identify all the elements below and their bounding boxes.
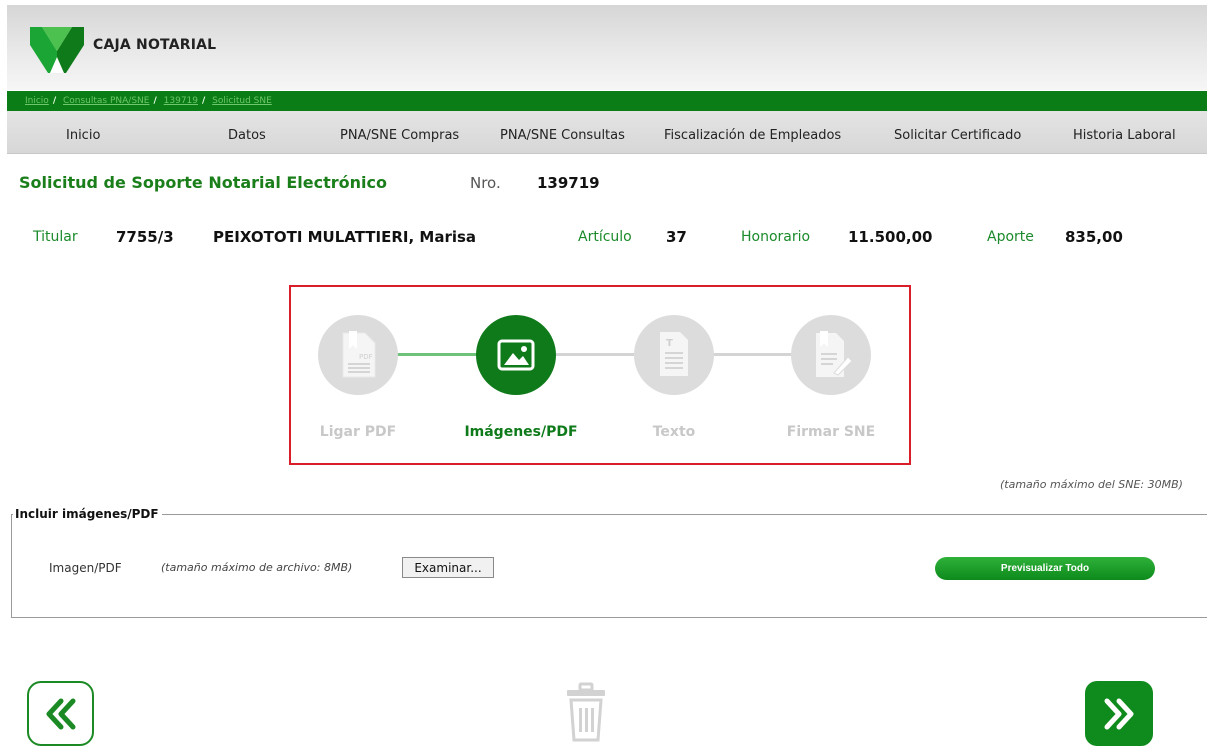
breadcrumb-bar: Inicio / Consultas PNA/SNE/ 139719/ Solic… — [7, 91, 1207, 111]
titular-label: Titular — [33, 229, 78, 245]
step-connector-3 — [712, 353, 796, 356]
aporte-label: Aporte — [987, 229, 1034, 245]
nav-item-inicio[interactable]: Inicio — [66, 128, 100, 143]
articulo-value: 37 — [666, 228, 687, 246]
titular-name: PEIXOTOTI MULATTIERI, Marisa — [213, 228, 477, 246]
honorario-label: Honorario — [741, 229, 811, 245]
nro-label: Nro. — [470, 174, 501, 192]
breadcrumb-link-number[interactable]: 139719 — [164, 96, 198, 106]
aporte-value: 835,00 — [1065, 228, 1123, 246]
breadcrumb-link-solicitud[interactable]: Solicitud SNE — [212, 96, 272, 106]
nav-item-fiscalizacion[interactable]: Fiscalización de Empleados — [664, 128, 841, 143]
caja-notarial-logo[interactable] — [30, 23, 84, 73]
breadcrumb-link-consultas[interactable]: Consultas PNA/SNE — [63, 96, 149, 106]
step-texto[interactable]: T — [634, 315, 714, 395]
file-size-hint: (tamaño máximo de archivo: 8MB) — [161, 561, 353, 574]
breadcrumb-link-inicio[interactable]: Inicio — [25, 96, 49, 106]
honorario-value: 11.500,00 — [848, 228, 933, 246]
forward-button[interactable] — [1085, 681, 1153, 746]
back-button[interactable] — [27, 681, 94, 746]
step-label-imagenes-pdf[interactable]: Imágenes/PDF — [451, 424, 591, 440]
main-nav: Inicio Datos PNA/SNE Compras PNA/SNE Con… — [7, 111, 1207, 154]
nav-item-compras[interactable]: PNA/SNE Compras — [340, 128, 459, 143]
step-label-ligar-pdf[interactable]: Ligar PDF — [288, 424, 428, 440]
pdf-document-icon: PDF — [342, 331, 376, 378]
svg-text:T: T — [666, 338, 673, 349]
svg-text:PDF: PDF — [359, 353, 373, 361]
nav-item-datos[interactable]: Datos — [228, 128, 266, 143]
app-header: CAJA NOTARIAL — [7, 5, 1207, 90]
file-label: Imagen/PDF — [49, 561, 122, 575]
articulo-label: Artículo — [578, 229, 632, 245]
brand-name: CAJA NOTARIAL — [93, 37, 217, 53]
nav-item-certificado[interactable]: Solicitar Certificado — [894, 128, 1021, 143]
step-firmar-sne[interactable] — [791, 315, 871, 395]
breadcrumb: Inicio / Consultas PNA/SNE/ 139719/ Solic… — [25, 96, 272, 106]
step-imagenes-pdf[interactable] — [476, 315, 556, 395]
trash-icon[interactable] — [564, 682, 608, 742]
image-icon — [497, 339, 535, 371]
double-chevron-left-icon — [46, 698, 75, 729]
step-ligar-pdf[interactable]: PDF — [318, 315, 398, 395]
nav-item-consultas[interactable]: PNA/SNE Consultas — [500, 128, 625, 143]
step-connector-1 — [396, 353, 478, 356]
browse-button[interactable]: Examinar... — [402, 557, 494, 578]
sign-document-icon — [816, 331, 853, 377]
step-connector-2 — [555, 353, 637, 356]
nro-value: 139719 — [537, 174, 600, 192]
double-chevron-right-icon — [1104, 698, 1134, 729]
upload-legend: Incluir imágenes/PDF — [13, 507, 162, 521]
text-document-icon: T — [660, 332, 688, 376]
nav-item-historia[interactable]: Historia Laboral — [1073, 128, 1176, 143]
titular-code: 7755/3 — [116, 228, 174, 246]
sne-max-size-note: (tamaño máximo del SNE: 30MB) — [1000, 478, 1183, 491]
step-label-firmar-sne[interactable]: Firmar SNE — [761, 424, 901, 440]
page-title: Solicitud de Soporte Notarial Electrónic… — [19, 173, 387, 192]
preview-all-button[interactable]: Previsualizar Todo — [935, 557, 1155, 580]
step-label-texto[interactable]: Texto — [604, 424, 744, 440]
